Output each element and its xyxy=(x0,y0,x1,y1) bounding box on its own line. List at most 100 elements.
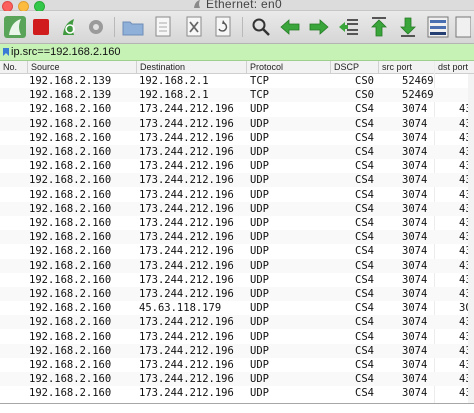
packet-list[interactable]: 192.168.2.139 192.168.2.1 TCP CS0 52469 192.1… xyxy=(0,74,474,412)
cell-src-port: 52469 xyxy=(402,89,434,102)
go-first-icon xyxy=(371,17,387,37)
autoscroll-button-extra[interactable] xyxy=(455,15,471,39)
packet-row[interactable]: 192.168.2.160173.244.212.196UDPCS4307443… xyxy=(0,159,474,173)
cell-dscp: CS4 xyxy=(355,316,374,329)
stop-capture-button[interactable] xyxy=(29,15,53,39)
cell-protocol: UDP xyxy=(250,217,269,229)
cell-src-port: 3074 xyxy=(402,202,428,215)
cell-protocol: UDP xyxy=(250,359,269,371)
cell-protocol: UDP xyxy=(250,387,269,400)
packet-row[interactable]: 192.168.2.160173.244.212.196UDPCS4307443… xyxy=(0,102,474,116)
cell-destination: 173.244.212.196 xyxy=(139,202,234,215)
window-title: Ethernet: en0 xyxy=(0,0,474,11)
go-back-button[interactable] xyxy=(278,15,302,39)
packet-row[interactable]: 192.168.2.160173.244.212.196UDPCS4307443… xyxy=(0,330,474,344)
cell-destination: 192.168.2.1 xyxy=(139,75,209,87)
start-capture-button[interactable] xyxy=(3,15,27,39)
cell-dscp: CS4 xyxy=(355,273,374,286)
cell-src-port: 3074 xyxy=(402,131,428,144)
cell-destination: 173.244.212.196 xyxy=(139,344,234,357)
cell-source: 192.168.2.160 xyxy=(29,302,112,315)
packet-row[interactable]: 192.168.2.160173.244.212.196UDPCS4307443… xyxy=(0,386,474,400)
close-file-button[interactable] xyxy=(182,15,206,39)
cell-destination: 173.244.212.196 xyxy=(139,117,234,130)
cell-protocol: UDP xyxy=(250,316,269,329)
packet-row[interactable]: 192.168.2.160173.244.212.196UDPCS4307443… xyxy=(0,372,474,387)
go-to-packet-button[interactable] xyxy=(337,15,361,39)
packet-row[interactable]: 192.168.2.160173.244.212.196UDPCS4307443… xyxy=(0,230,474,245)
packet-row[interactable]: 192.168.2.160173.244.212.196UDPCS4307443… xyxy=(0,173,474,188)
go-last-packet-button[interactable] xyxy=(396,15,420,39)
go-last-icon xyxy=(400,17,416,37)
cell-destination: 173.244.212.196 xyxy=(139,387,234,400)
packet-row[interactable]: 192.168.2.160173.244.212.196UDPCS4307443… xyxy=(0,131,474,145)
autoscroll-icon xyxy=(427,16,449,38)
packet-row[interactable]: 192.168.2.160173.244.212.196UDPCS4307443… xyxy=(0,216,474,230)
cell-destination: 173.244.212.196 xyxy=(139,245,234,258)
packet-row[interactable]: 192.168.2.160173.244.212.196UDPCS4307443… xyxy=(0,315,474,330)
packet-row[interactable]: 192.168.2.139 192.168.2.1 TCP CS0 52469 xyxy=(0,74,474,88)
cell-dscp: CS4 xyxy=(355,330,374,343)
go-forward-icon xyxy=(309,19,329,35)
cell-source: 192.168.2.160 xyxy=(29,330,112,343)
column-header-dst-port[interactable]: dst port xyxy=(434,61,474,73)
packet-row[interactable]: 192.168.2.160173.244.212.196UDPCS4307443… xyxy=(0,116,474,131)
reload-icon xyxy=(215,16,231,37)
cell-src-port: 3074 xyxy=(402,103,428,116)
cell-dscp: CS4 xyxy=(355,288,374,300)
capture-options-button[interactable] xyxy=(84,15,108,39)
cell-destination: 173.244.212.196 xyxy=(139,231,234,244)
restart-capture-button[interactable] xyxy=(57,15,81,39)
column-header-destination[interactable]: Destination xyxy=(136,61,246,73)
packet-row[interactable]: 192.168.2.160173.244.212.196UDPCS4307443… xyxy=(0,201,474,216)
packet-row[interactable]: 192.168.2.160173.244.212.196UDPCS4307443… xyxy=(0,244,474,258)
packet-row[interactable]: 192.168.2.160173.244.212.196UDPCS4307443… xyxy=(0,343,474,358)
column-header-dscp[interactable]: DSCP xyxy=(330,61,378,73)
packet-row[interactable]: 192.168.2.160173.244.212.196UDPCS4307443… xyxy=(0,258,474,273)
cell-source: 192.168.2.160 xyxy=(29,131,112,144)
save-file-button[interactable] xyxy=(151,15,175,39)
cell-src-port: 3074 xyxy=(402,288,428,300)
column-header-src-port[interactable]: src port xyxy=(378,61,434,73)
column-header-no[interactable]: No. xyxy=(0,61,27,73)
cell-source: 192.168.2.139 xyxy=(29,75,112,87)
autoscroll-button[interactable] xyxy=(426,15,450,39)
reload-file-button[interactable] xyxy=(211,15,235,39)
packet-row[interactable]: 192.168.2.160173.244.212.196UDPCS4307443… xyxy=(0,358,474,372)
cell-protocol: UDP xyxy=(250,288,269,300)
packet-row[interactable]: 192.168.2.160173.244.212.196UDPCS4307443… xyxy=(0,188,474,202)
cell-destination: 192.168.2.1 xyxy=(139,89,209,102)
cell-source: 192.168.2.160 xyxy=(29,373,112,386)
cell-destination: 173.244.212.196 xyxy=(139,174,234,187)
column-header-source[interactable]: Source xyxy=(27,61,136,73)
column-header-protocol[interactable]: Protocol xyxy=(246,61,330,73)
find-packet-button[interactable] xyxy=(249,15,273,39)
save-file-icon xyxy=(155,16,171,37)
cell-source: 192.168.2.160 xyxy=(29,344,112,357)
cell-protocol: UDP xyxy=(250,344,269,357)
packet-list-header: No. Source Destination Protocol DSCP src… xyxy=(0,61,474,74)
go-first-packet-button[interactable] xyxy=(367,15,391,39)
cell-src-port: 3074 xyxy=(402,188,428,201)
open-file-button[interactable] xyxy=(121,15,145,39)
cell-dscp: CS4 xyxy=(355,387,374,400)
cell-protocol: UDP xyxy=(250,259,269,272)
filter-bookmark-icon[interactable] xyxy=(2,47,10,57)
packet-list-scrollbar[interactable] xyxy=(468,74,474,412)
packet-row[interactable]: 192.168.2.160173.244.212.196UDPCS4307443… xyxy=(0,273,474,287)
packet-row[interactable]: 192.168.2.160173.244.212.196UDPCS4307443… xyxy=(0,287,474,301)
packet-row[interactable]: 192.168.2.160173.244.212.196UDPCS4307443… xyxy=(0,145,474,159)
packet-row[interactable]: 192.168.2.16045.63.118.179UDPCS43074306 xyxy=(0,301,474,315)
packet-row[interactable]: 192.168.2.139 192.168.2.1 TCP CS0 52469 xyxy=(0,88,474,103)
cell-source: 192.168.2.160 xyxy=(29,217,112,229)
go-forward-button[interactable] xyxy=(307,15,331,39)
cell-src-port: 3074 xyxy=(402,316,428,329)
cell-dscp: CS4 xyxy=(355,103,374,116)
display-filter-input[interactable]: ip.src==192.168.2.160 xyxy=(11,44,120,60)
cell-protocol: UDP xyxy=(250,373,269,386)
cell-src-port: 52469 xyxy=(402,75,434,87)
cell-destination: 173.244.212.196 xyxy=(139,103,234,116)
restart-icon xyxy=(63,19,75,35)
cell-src-port: 3074 xyxy=(402,273,428,286)
cell-protocol: UDP xyxy=(250,202,269,215)
